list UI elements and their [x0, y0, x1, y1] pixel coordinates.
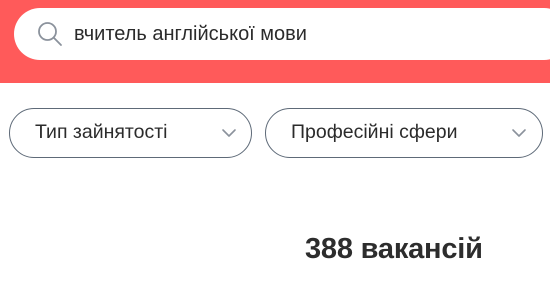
search-icon[interactable]	[36, 20, 64, 48]
search-box[interactable]	[14, 8, 550, 60]
chevron-down-icon	[511, 125, 527, 141]
professional-spheres-label: Професійні сфери	[291, 121, 458, 143]
professional-spheres-filter[interactable]: Професійні сфери	[265, 108, 543, 158]
chevron-down-icon	[221, 125, 237, 141]
employment-type-filter[interactable]: Тип зайнятості	[9, 108, 252, 158]
employment-type-label: Тип зайнятості	[35, 121, 168, 143]
search-input[interactable]	[74, 8, 544, 60]
search-header	[0, 0, 550, 83]
vacancy-count: 388 вакансій	[305, 233, 483, 265]
